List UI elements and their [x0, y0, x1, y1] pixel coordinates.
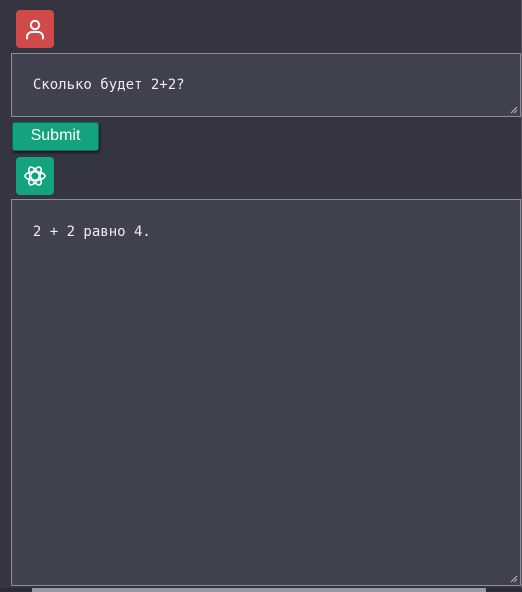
- user-avatar: [16, 10, 54, 48]
- response-text: 2 + 2 равно 4.: [32, 224, 151, 240]
- prompt-text: Сколько будет 2+2?: [32, 77, 185, 93]
- submit-button[interactable]: Submit: [12, 122, 99, 151]
- resize-grip-icon[interactable]: [510, 106, 518, 114]
- resize-grip-icon[interactable]: [510, 575, 518, 583]
- assistant-avatar: [16, 157, 54, 195]
- horizontal-scrollbar-thumb[interactable]: [32, 588, 486, 592]
- prompt-input[interactable]: Сколько будет 2+2?: [11, 53, 521, 117]
- horizontal-scrollbar[interactable]: [0, 588, 522, 592]
- response-output[interactable]: 2 + 2 равно 4.: [11, 199, 521, 586]
- openai-logo-icon: [24, 166, 46, 186]
- user-icon: [26, 19, 44, 40]
